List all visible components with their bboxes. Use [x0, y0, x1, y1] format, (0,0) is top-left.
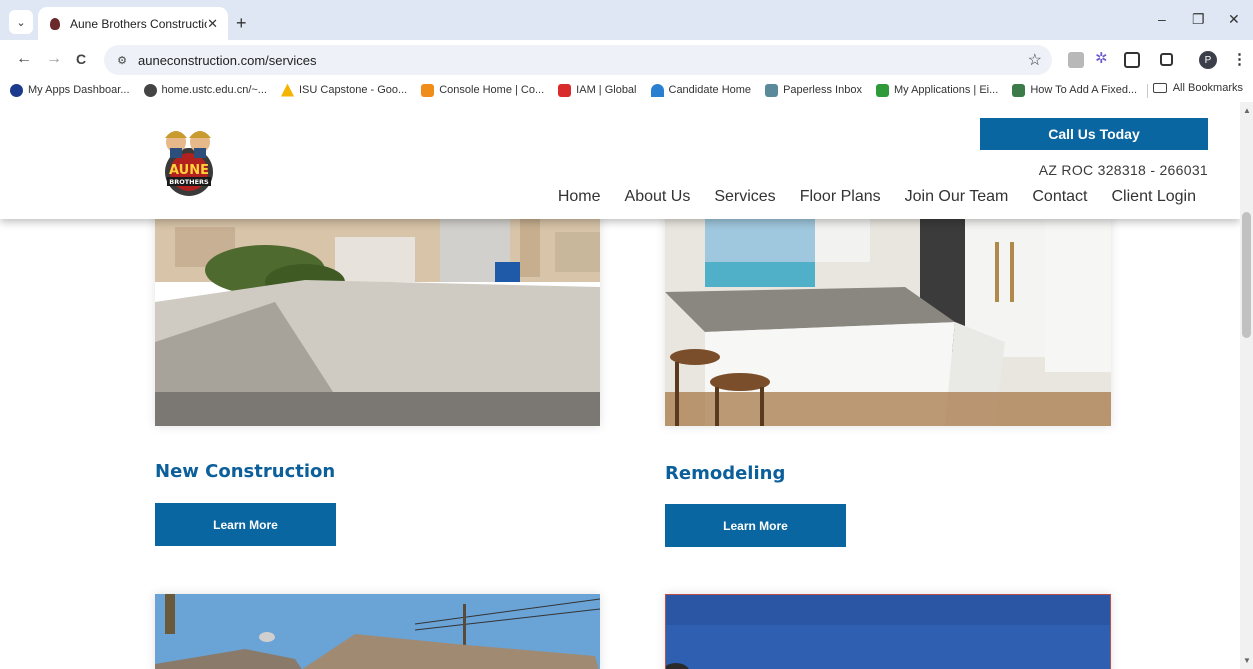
bookmark-item[interactable]: ISU Capstone - Goo... [280, 83, 407, 97]
call-us-today-button[interactable]: Call Us Today [980, 118, 1208, 150]
site-header: AUNE BROTHERS Call Us Today AZ ROC 32831… [0, 102, 1240, 219]
bookmark-item[interactable]: IAM | Global [558, 83, 637, 97]
page-scrollbar[interactable]: ▲ ▼ [1240, 102, 1253, 669]
reload-icon[interactable]: C [76, 51, 86, 67]
paperless-icon [765, 83, 779, 97]
extension-star-icon[interactable]: ✲ [1095, 49, 1111, 67]
address-bar[interactable]: ⚙ auneconstruction.com/services ☆ [104, 45, 1052, 75]
bookmark-item[interactable]: My Apps Dashboar... [10, 83, 130, 97]
circle-icon [10, 83, 23, 97]
scrollbar-thumb[interactable] [1242, 212, 1251, 338]
logo-text-brothers: BROTHERS [169, 178, 209, 186]
scroll-down-arrow-icon[interactable]: ▼ [1243, 656, 1251, 665]
bookmark-star-icon[interactable]: ☆ [1028, 50, 1042, 70]
nav-about-us[interactable]: About Us [625, 188, 691, 206]
main-navigation: Home About Us Services Floor Plans Join … [534, 188, 1196, 206]
browser-menu-icon[interactable]: ⋮ [1232, 50, 1247, 68]
bookmarks-separator [1147, 84, 1148, 98]
close-window-icon[interactable]: ✕ [1228, 11, 1240, 28]
nav-join-our-team[interactable]: Join Our Team [905, 188, 1009, 206]
globe-icon [143, 83, 157, 97]
profile-avatar[interactable]: P [1199, 51, 1217, 69]
new-tab-button[interactable]: + [236, 13, 247, 34]
minimize-icon[interactable]: – [1158, 11, 1166, 27]
aws-icon [421, 83, 435, 97]
back-arrow-icon[interactable]: ← [16, 50, 32, 68]
service-title-remodeling[interactable]: Remodeling [665, 463, 785, 484]
license-number: AZ ROC 328318 - 266031 [1038, 162, 1208, 178]
tab-strip: ⌄ Aune Brothers Construction ✕ + – ❐ ✕ [0, 0, 1253, 40]
folder-icon [1152, 83, 1167, 93]
bookmark-item[interactable]: Paperless Inbox [765, 83, 862, 97]
nav-client-login[interactable]: Client Login [1112, 188, 1197, 206]
service-image-roofing[interactable] [155, 594, 600, 669]
site-info-icon[interactable]: ⚙ [112, 50, 132, 70]
new-construction-image[interactable] [155, 192, 600, 426]
site-favicon-icon [48, 17, 62, 31]
nav-services[interactable]: Services [714, 188, 775, 206]
forward-arrow-icon[interactable]: → [46, 50, 62, 68]
side-panel-icon[interactable] [1160, 53, 1173, 66]
service-image-outdoor[interactable] [665, 594, 1111, 669]
bookmark-item[interactable]: My Applications | Ei... [875, 83, 998, 97]
nav-floor-plans[interactable]: Floor Plans [800, 188, 881, 206]
active-tab[interactable]: Aune Brothers Construction ✕ [38, 7, 228, 40]
nav-contact[interactable]: Contact [1032, 188, 1087, 206]
scroll-up-arrow-icon[interactable]: ▲ [1243, 106, 1251, 115]
tab-search-chevron-icon[interactable]: ⌄ [9, 10, 33, 34]
browser-toolbar: ← → C ⚙ auneconstruction.com/services ☆ … [0, 40, 1253, 78]
extension-k-icon[interactable] [1068, 52, 1084, 68]
bookmark-item[interactable]: Candidate Home [650, 83, 751, 97]
bookmark-item[interactable]: home.ustc.edu.cn/~... [143, 83, 267, 97]
remodeling-image[interactable] [665, 192, 1111, 426]
learn-more-remodeling-button[interactable]: Learn More [665, 504, 846, 547]
page-viewport: AUNE BROTHERS Call Us Today AZ ROC 32831… [0, 102, 1240, 669]
service-title-new-construction[interactable]: New Construction [155, 461, 335, 482]
bookmarks-bar: My Apps Dashboar... home.ustc.edu.cn/~..… [0, 78, 1253, 102]
url-text[interactable]: auneconstruction.com/services [138, 53, 316, 68]
tab-title: Aune Brothers Construction [70, 16, 208, 31]
fixed-icon [1012, 83, 1026, 97]
iam-icon [558, 83, 572, 97]
bookmark-item[interactable]: How To Add A Fixed... [1012, 83, 1137, 97]
workday-icon [650, 83, 664, 97]
extensions-puzzle-icon[interactable] [1124, 52, 1140, 68]
all-bookmarks-button[interactable]: All Bookmarks [1152, 82, 1243, 94]
bookmark-item[interactable]: Console Home | Co... [421, 83, 544, 97]
tab-close-icon[interactable]: ✕ [207, 16, 218, 32]
logo-text-aune: AUNE [169, 163, 209, 178]
drive-icon [280, 83, 294, 97]
learn-more-new-construction-button[interactable]: Learn More [155, 503, 336, 546]
restore-icon[interactable]: ❐ [1192, 11, 1205, 28]
nav-home[interactable]: Home [558, 188, 601, 206]
green-app-icon [875, 83, 889, 97]
aune-brothers-logo[interactable]: AUNE BROTHERS [156, 122, 222, 198]
